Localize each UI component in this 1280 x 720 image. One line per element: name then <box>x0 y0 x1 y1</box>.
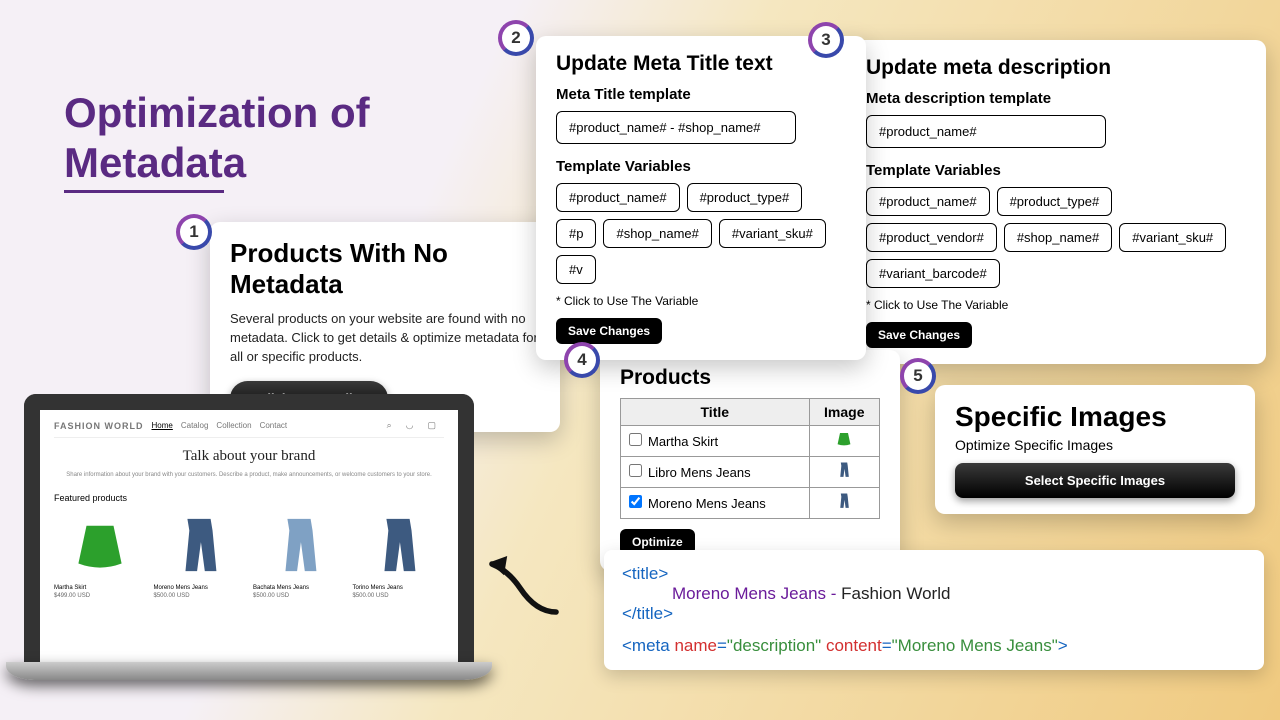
card-specific-images: Specific Images Optimize Specific Images… <box>935 385 1255 514</box>
table-row: Libro Mens Jeans <box>621 457 880 488</box>
laptop-mockup: FASHION WORLD Home Catalog Collection Co… <box>24 394 474 680</box>
list-item: Torino Mens Jeans $500.00 USD <box>353 511 445 599</box>
product-grid: Martha Skirt $499.00 USD Moreno Mens Jea… <box>54 511 444 599</box>
table-row: Moreno Mens Jeans <box>621 488 880 519</box>
code-title-content-a: Moreno Mens Jeans - <box>672 584 841 603</box>
skirt-icon <box>73 519 127 573</box>
card4-title: Products <box>620 366 880 390</box>
laptop-screen: FASHION WORLD Home Catalog Collection Co… <box>24 394 474 662</box>
chip-shop-name-2[interactable]: #shop_name# <box>1004 223 1112 252</box>
list-item: Moreno Mens Jeans $500.00 USD <box>154 511 246 599</box>
row-title-2: Moreno Mens Jeans <box>648 496 766 511</box>
nav-collection: Collection <box>216 421 251 430</box>
row-checkbox-0[interactable] <box>629 433 642 446</box>
chip-partial-1[interactable]: #p <box>556 219 596 248</box>
code-title-close: </title> <box>622 604 673 623</box>
step-badge-4: 4 <box>564 342 600 378</box>
chip-variant-sku-2[interactable]: #variant_sku# <box>1119 223 1226 252</box>
save-changes-title-button[interactable]: Save Changes <box>556 318 662 344</box>
card2-note: * Click to Use The Variable <box>556 294 846 308</box>
table-row: Martha Skirt <box>621 426 880 457</box>
row-title-0: Martha Skirt <box>648 434 718 449</box>
select-specific-images-button[interactable]: Select Specific Images <box>955 463 1235 498</box>
meta-description-template-input[interactable] <box>866 115 1106 148</box>
jeans-icon <box>179 517 219 575</box>
chip-partial-2[interactable]: #v <box>556 255 596 284</box>
title-line-2: Metadata <box>64 139 246 186</box>
chip-product-vendor[interactable]: #product_vendor# <box>866 223 997 252</box>
card2-vars-label: Template Variables <box>556 158 846 175</box>
chip-product-name-2[interactable]: #product_name# <box>866 187 990 216</box>
row-checkbox-1[interactable] <box>629 464 642 477</box>
card2-chips: #product_name# #product_type# #p #shop_n… <box>556 183 846 284</box>
step-badge-3: 3 <box>808 22 844 58</box>
code-preview: <title> Moreno Mens Jeans - Fashion Worl… <box>604 550 1264 670</box>
chip-product-type-2[interactable]: #product_type# <box>997 187 1113 216</box>
featured-label: Featured products <box>54 493 444 503</box>
card2-title: Update Meta Title text <box>556 52 846 76</box>
row-checkbox-2[interactable] <box>629 495 642 508</box>
meta-title-template-input[interactable] <box>556 111 796 144</box>
col-image: Image <box>809 399 879 426</box>
code-title-open: <title> <box>622 564 668 583</box>
card3-note: * Click to Use The Variable <box>866 298 1246 312</box>
title-underline <box>64 190 224 193</box>
chip-variant-barcode[interactable]: #variant_barcode# <box>866 259 1000 288</box>
card5-subtitle: Optimize Specific Images <box>955 437 1235 453</box>
card1-title: Products With No Metadata <box>230 238 540 300</box>
page-title: Optimization of Metadata <box>64 88 370 189</box>
code-title-content-b: Fashion World <box>841 584 950 603</box>
card1-desc: Several products on your website are fou… <box>230 310 540 367</box>
step-badge-5: 5 <box>900 358 936 394</box>
jeans-icon <box>838 496 850 513</box>
card3-vars-label: Template Variables <box>866 162 1246 179</box>
products-table: Title Image Martha Skirt Libro Mens Jean… <box>620 398 880 519</box>
storefront-nav: FASHION WORLD Home Catalog Collection Co… <box>54 420 444 438</box>
jeans-icon <box>378 517 418 575</box>
list-item: Martha Skirt $499.00 USD <box>54 511 146 599</box>
card-meta-description: Update meta description Meta description… <box>846 40 1266 364</box>
jeans-icon <box>838 465 850 482</box>
nav-home: Home <box>152 421 173 430</box>
store-sub: Share information about your brand with … <box>54 471 444 479</box>
bag-icon: ▢ <box>427 420 436 431</box>
nav-icons: ⌕ ◡ ▢ <box>387 420 444 431</box>
title-line-1: Optimization of <box>64 89 370 136</box>
nav-catalog: Catalog <box>181 421 209 430</box>
card2-field-label: Meta Title template <box>556 86 846 103</box>
code-meta-line: <meta name="description" content="Moreno… <box>622 636 1246 656</box>
card-products-table: Products Title Image Martha Skirt Libro … <box>600 350 900 571</box>
chip-product-name[interactable]: #product_name# <box>556 183 680 212</box>
card3-field-label: Meta description template <box>866 90 1246 107</box>
store-headline: Talk about your brand <box>54 448 444 465</box>
card3-title: Update meta description <box>866 56 1246 80</box>
list-item: Bachata Mens Jeans $500.00 USD <box>253 511 345 599</box>
brand-logo: FASHION WORLD <box>54 421 144 431</box>
row-title-1: Libro Mens Jeans <box>648 465 751 480</box>
nav-contact: Contact <box>260 421 288 430</box>
arrow-icon <box>478 540 578 620</box>
chip-variant-sku[interactable]: #variant_sku# <box>719 219 826 248</box>
jeans-icon <box>279 517 319 575</box>
step-badge-2: 2 <box>498 20 534 56</box>
skirt-icon <box>836 434 852 451</box>
laptop-base <box>6 662 492 680</box>
step-badge-1: 1 <box>176 214 212 250</box>
chip-shop-name[interactable]: #shop_name# <box>603 219 711 248</box>
chip-product-type[interactable]: #product_type# <box>687 183 803 212</box>
user-icon: ◡ <box>406 420 414 431</box>
col-title: Title <box>621 399 810 426</box>
save-changes-desc-button[interactable]: Save Changes <box>866 322 972 348</box>
card3-chips: #product_name# #product_type# #product_v… <box>866 187 1246 288</box>
search-icon: ⌕ <box>387 420 392 431</box>
card-meta-title: Update Meta Title text Meta Title templa… <box>536 36 866 360</box>
card5-title: Specific Images <box>955 401 1235 433</box>
